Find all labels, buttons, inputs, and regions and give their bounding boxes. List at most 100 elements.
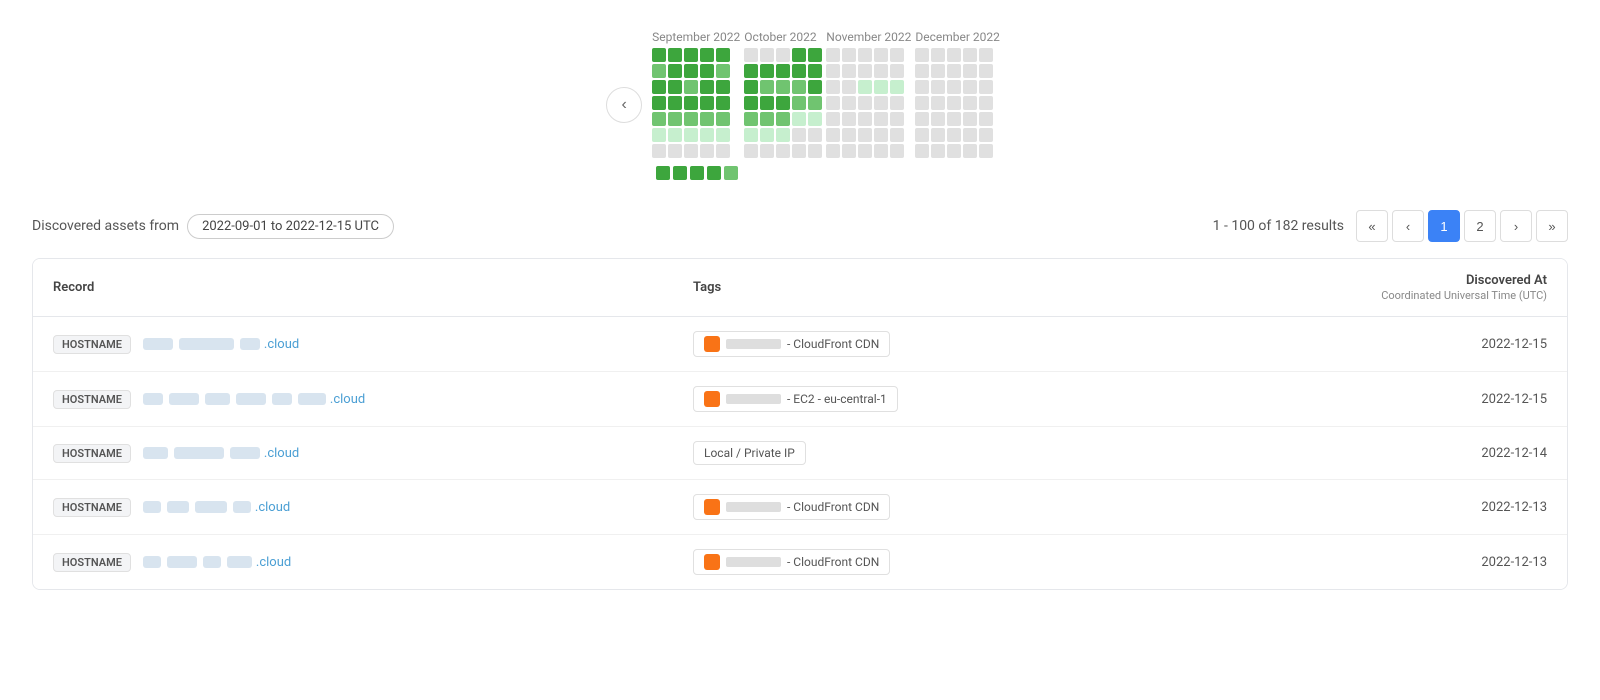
calendar-cell[interactable] xyxy=(808,48,822,62)
calendar-prev-button[interactable]: ‹ xyxy=(606,87,642,123)
calendar-cell[interactable] xyxy=(979,96,993,110)
calendar-cell[interactable] xyxy=(890,96,904,110)
calendar-cell[interactable] xyxy=(684,112,698,126)
calendar-cell[interactable] xyxy=(776,80,790,94)
calendar-cell[interactable] xyxy=(826,64,840,78)
calendar-cell[interactable] xyxy=(700,144,714,158)
first-page-button[interactable]: « xyxy=(1356,210,1388,242)
calendar-cell[interactable] xyxy=(915,64,929,78)
calendar-cell[interactable] xyxy=(890,64,904,78)
calendar-cell[interactable] xyxy=(874,112,888,126)
hostname-link[interactable]: .cloud xyxy=(141,392,365,407)
calendar-cell[interactable] xyxy=(744,128,758,142)
calendar-cell[interactable] xyxy=(931,144,945,158)
calendar-cell[interactable] xyxy=(792,48,806,62)
calendar-cell[interactable] xyxy=(744,112,758,126)
calendar-cell[interactable] xyxy=(760,112,774,126)
calendar-cell[interactable] xyxy=(842,96,856,110)
calendar-cell[interactable] xyxy=(716,144,730,158)
hostname-link[interactable]: .cloud xyxy=(141,337,299,352)
calendar-cell[interactable] xyxy=(652,96,666,110)
calendar-cell[interactable] xyxy=(890,112,904,126)
calendar-cell[interactable] xyxy=(760,128,774,142)
calendar-cell[interactable] xyxy=(979,112,993,126)
hostname-link[interactable]: .cloud xyxy=(141,446,299,461)
calendar-cell[interactable] xyxy=(858,48,872,62)
calendar-cell[interactable] xyxy=(668,80,682,94)
calendar-cell[interactable] xyxy=(760,48,774,62)
calendar-cell[interactable] xyxy=(890,144,904,158)
calendar-cell[interactable] xyxy=(792,96,806,110)
calendar-cell[interactable] xyxy=(700,48,714,62)
calendar-cell[interactable] xyxy=(931,96,945,110)
calendar-cell[interactable] xyxy=(776,48,790,62)
calendar-cell[interactable] xyxy=(792,64,806,78)
calendar-cell[interactable] xyxy=(684,144,698,158)
calendar-cell[interactable] xyxy=(760,64,774,78)
calendar-cell[interactable] xyxy=(890,48,904,62)
calendar-cell[interactable] xyxy=(826,96,840,110)
calendar-cell[interactable] xyxy=(931,80,945,94)
calendar-cell[interactable] xyxy=(842,80,856,94)
calendar-cell[interactable] xyxy=(716,80,730,94)
calendar-cell[interactable] xyxy=(652,80,666,94)
calendar-cell[interactable] xyxy=(776,144,790,158)
calendar-cell[interactable] xyxy=(874,48,888,62)
calendar-cell[interactable] xyxy=(700,64,714,78)
calendar-cell[interactable] xyxy=(684,64,698,78)
calendar-cell[interactable] xyxy=(963,96,977,110)
calendar-cell[interactable] xyxy=(979,48,993,62)
calendar-cell[interactable] xyxy=(842,128,856,142)
calendar-cell[interactable] xyxy=(684,96,698,110)
calendar-cell[interactable] xyxy=(808,112,822,126)
calendar-cell[interactable] xyxy=(915,112,929,126)
calendar-cell[interactable] xyxy=(874,128,888,142)
page-2-button[interactable]: 2 xyxy=(1464,210,1496,242)
hostname-link[interactable]: .cloud xyxy=(141,500,290,515)
calendar-cell[interactable] xyxy=(979,80,993,94)
calendar-cell[interactable] xyxy=(684,128,698,142)
calendar-cell[interactable] xyxy=(668,64,682,78)
calendar-cell[interactable] xyxy=(668,112,682,126)
calendar-cell[interactable] xyxy=(776,96,790,110)
calendar-cell[interactable] xyxy=(947,144,961,158)
calendar-cell[interactable] xyxy=(915,96,929,110)
calendar-cell[interactable] xyxy=(776,112,790,126)
calendar-cell[interactable] xyxy=(874,144,888,158)
calendar-cell[interactable] xyxy=(947,96,961,110)
calendar-cell[interactable] xyxy=(915,48,929,62)
calendar-cell[interactable] xyxy=(963,144,977,158)
calendar-cell[interactable] xyxy=(931,48,945,62)
calendar-cell[interactable] xyxy=(716,64,730,78)
calendar-cell[interactable] xyxy=(668,96,682,110)
calendar-cell[interactable] xyxy=(858,144,872,158)
calendar-cell[interactable] xyxy=(744,48,758,62)
calendar-cell[interactable] xyxy=(858,128,872,142)
calendar-cell[interactable] xyxy=(915,144,929,158)
calendar-cell[interactable] xyxy=(716,128,730,142)
calendar-cell[interactable] xyxy=(963,112,977,126)
calendar-cell[interactable] xyxy=(744,64,758,78)
calendar-cell[interactable] xyxy=(700,80,714,94)
calendar-cell[interactable] xyxy=(684,48,698,62)
calendar-cell[interactable] xyxy=(931,128,945,142)
calendar-cell[interactable] xyxy=(792,112,806,126)
calendar-cell[interactable] xyxy=(792,128,806,142)
calendar-cell[interactable] xyxy=(858,96,872,110)
calendar-cell[interactable] xyxy=(842,144,856,158)
calendar-cell[interactable] xyxy=(890,80,904,94)
calendar-cell[interactable] xyxy=(963,48,977,62)
last-page-button[interactable]: » xyxy=(1536,210,1568,242)
calendar-cell[interactable] xyxy=(744,144,758,158)
calendar-cell[interactable] xyxy=(842,64,856,78)
calendar-cell[interactable] xyxy=(776,128,790,142)
calendar-cell[interactable] xyxy=(874,64,888,78)
calendar-cell[interactable] xyxy=(947,128,961,142)
calendar-cell[interactable] xyxy=(963,64,977,78)
calendar-cell[interactable] xyxy=(652,144,666,158)
calendar-cell[interactable] xyxy=(744,80,758,94)
calendar-cell[interactable] xyxy=(668,144,682,158)
calendar-cell[interactable] xyxy=(808,64,822,78)
calendar-cell[interactable] xyxy=(842,112,856,126)
calendar-cell[interactable] xyxy=(652,48,666,62)
